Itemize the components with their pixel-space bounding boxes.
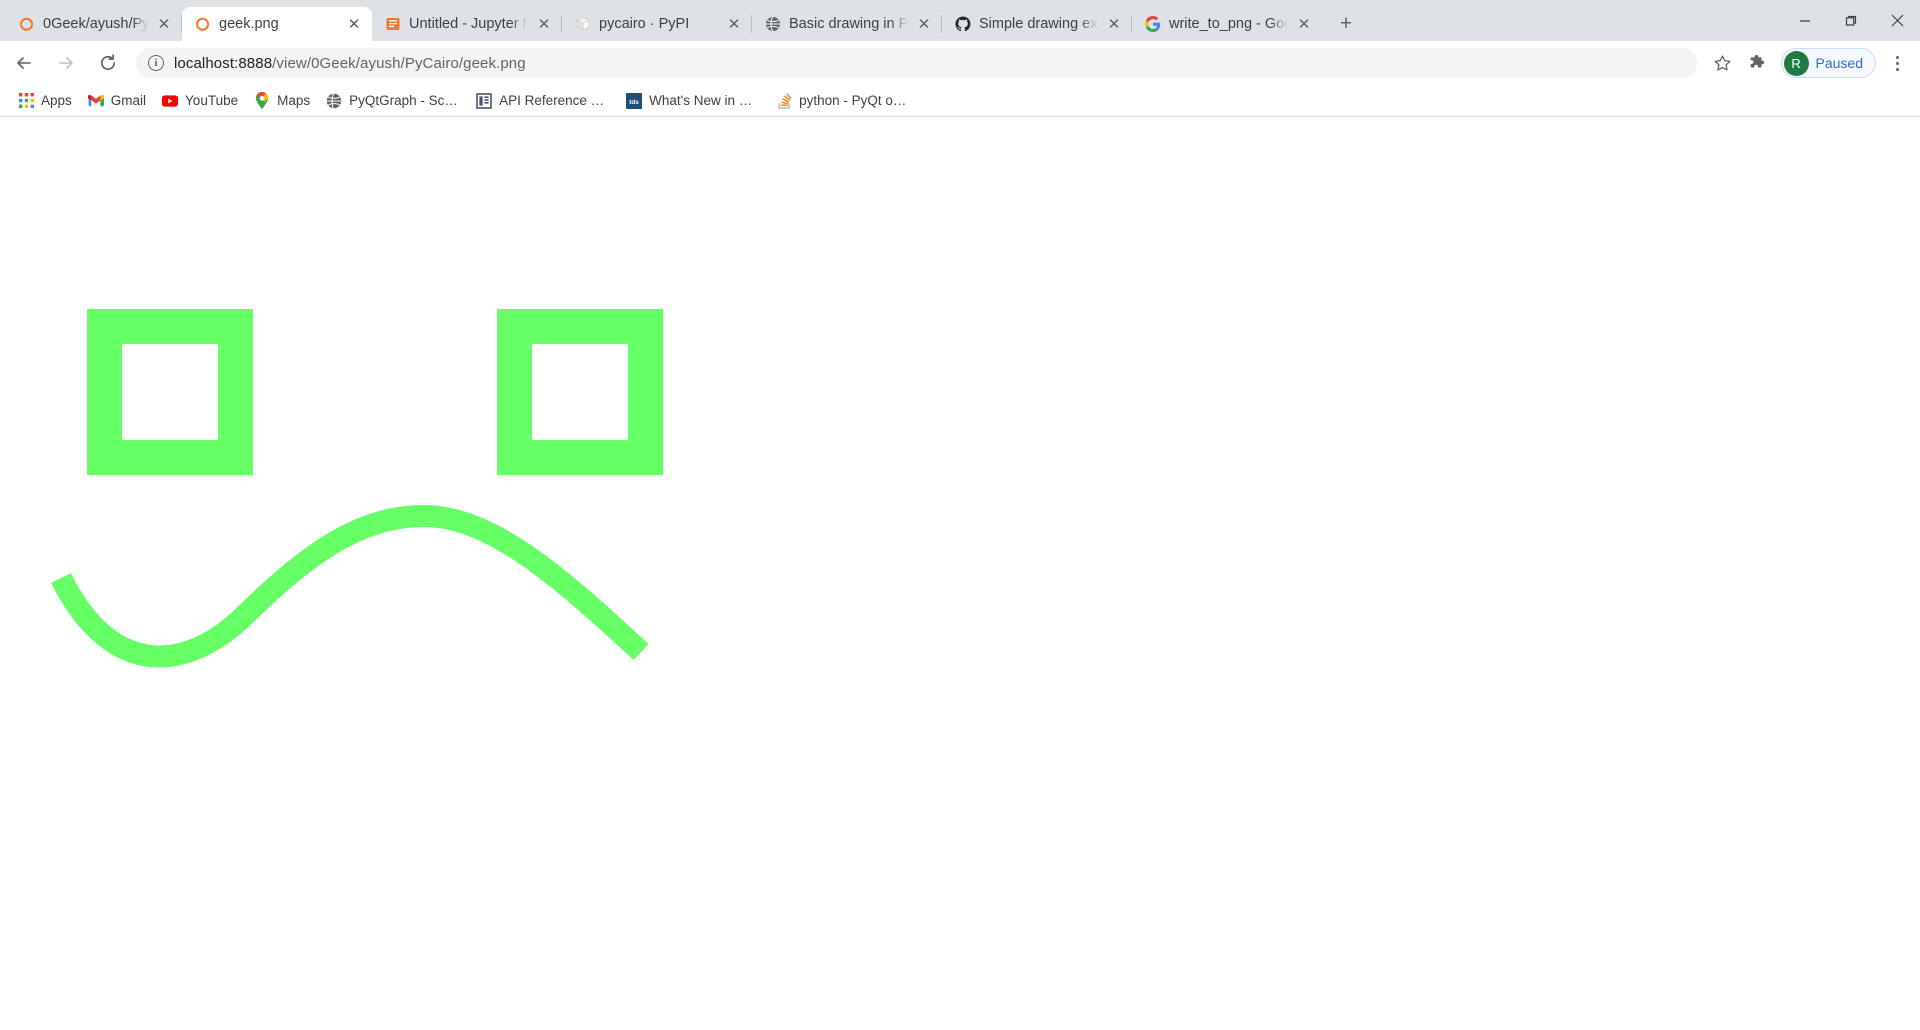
bookmark-label: What's New in Pyth… xyxy=(649,93,760,108)
bookmark-label: python - PyQt on A… xyxy=(799,93,910,108)
tab-close-button[interactable]: ✕ xyxy=(726,16,742,32)
tab-title: write_to_png - Google xyxy=(1169,16,1288,32)
extensions-puzzle-icon[interactable] xyxy=(1741,47,1773,79)
tab-close-button[interactable]: ✕ xyxy=(1106,16,1122,32)
globe-icon xyxy=(326,92,342,109)
tab-close-button[interactable]: ✕ xyxy=(1296,16,1312,32)
bookmark-label: Maps xyxy=(277,93,311,108)
jupyter-icon xyxy=(194,16,211,33)
browser-toolbar: i localhost:8888/view/0Geek/ayush/PyCair… xyxy=(0,41,1920,85)
bookmark-label: Gmail xyxy=(110,93,147,108)
bookmark-maps[interactable]: Maps xyxy=(246,89,318,113)
tab-untitled-jupyter-notebook[interactable]: Untitled - Jupyter Note ✕ xyxy=(372,7,562,41)
tab-close-button[interactable]: ✕ xyxy=(156,16,172,32)
youtube-icon xyxy=(162,93,179,109)
bookmark-api-reference[interactable]: API Reference — py… xyxy=(468,89,618,113)
gmail-icon xyxy=(87,93,104,109)
tab-basic-drawing-in-pycairo[interactable]: Basic drawing in Pycairo ✕ xyxy=(752,7,942,41)
page-viewport xyxy=(0,117,1920,1030)
docs-icon xyxy=(476,92,492,109)
tab-title: pycairo · PyPI xyxy=(599,16,690,32)
avatar: R xyxy=(1783,50,1809,76)
tab-title: Basic drawing in Pycairo xyxy=(789,16,908,32)
tab-close-button[interactable]: ✕ xyxy=(346,16,362,32)
bookmark-label: PyQtGraph - Scienti… xyxy=(349,93,460,108)
tab-title: geek.png xyxy=(219,16,279,32)
tab-title: Simple drawing example xyxy=(979,16,1098,32)
image-viewer xyxy=(0,117,1920,1030)
svg-text:tds: tds xyxy=(629,98,639,105)
google-icon xyxy=(1144,16,1161,33)
pycairo-drawing xyxy=(0,117,1920,1030)
profile-pill[interactable]: R Paused xyxy=(1780,48,1876,78)
bookmark-apps[interactable]: Apps xyxy=(10,89,80,113)
tab-0geek-ayush-pycairo[interactable]: 0Geek/ayush/PyCairo/ ✕ xyxy=(6,7,182,41)
tds-icon: tds xyxy=(626,92,643,109)
menu-dot xyxy=(1895,61,1899,65)
minimize-button[interactable] xyxy=(1782,4,1828,38)
tab-title: 0Geek/ayush/PyCairo/ xyxy=(43,16,148,32)
maps-pin-icon xyxy=(254,92,270,109)
bookmark-gmail[interactable]: Gmail xyxy=(80,89,154,113)
pypi-box-icon xyxy=(574,16,591,33)
stackoverflow-icon xyxy=(776,92,792,109)
bookmarks-bar: Apps Gmail YouTube Maps PyQtGraph - Scie… xyxy=(0,85,1920,117)
apps-grid-icon xyxy=(18,93,34,109)
menu-dot xyxy=(1895,55,1899,59)
url-host: localhost:8888 xyxy=(174,54,273,72)
address-bar-url: localhost:8888/view/0Geek/ayush/PyCairo/… xyxy=(174,55,526,72)
profile-status-label: Paused xyxy=(1815,55,1863,71)
browser-window: 0Geek/ayush/PyCairo/ ✕ geek.png ✕ xyxy=(0,0,1920,1030)
tab-title: Untitled - Jupyter Note xyxy=(409,16,528,32)
chrome-menu-icon[interactable] xyxy=(1882,48,1912,78)
close-button[interactable] xyxy=(1874,4,1920,38)
bookmark-label: Apps xyxy=(41,93,72,108)
globe-icon xyxy=(764,16,781,33)
tab-close-button[interactable]: ✕ xyxy=(536,16,552,32)
tab-close-button[interactable]: ✕ xyxy=(916,16,932,32)
menu-dot xyxy=(1895,67,1899,71)
bookmark-star-icon[interactable] xyxy=(1707,47,1739,79)
reload-button[interactable] xyxy=(91,46,125,80)
github-icon xyxy=(954,16,971,33)
tab-geek-png[interactable]: geek.png ✕ xyxy=(182,7,372,41)
bookmark-label: YouTube xyxy=(185,93,239,108)
site-info-icon[interactable]: i xyxy=(148,55,164,71)
bookmark-label: API Reference — py… xyxy=(499,93,610,108)
bookmark-pyqtgraph[interactable]: PyQtGraph - Scienti… xyxy=(318,89,468,113)
jupyter-book-icon xyxy=(384,16,401,33)
bookmark-python-pyqt[interactable]: python - PyQt on A… xyxy=(768,89,918,113)
tab-simple-drawing-example[interactable]: Simple drawing example ✕ xyxy=(942,7,1132,41)
tab-pycairo-pypi[interactable]: pycairo · PyPI ✕ xyxy=(562,7,752,41)
address-bar[interactable]: i localhost:8888/view/0Geek/ayush/PyCair… xyxy=(136,48,1697,78)
bookmark-youtube[interactable]: YouTube xyxy=(154,89,246,113)
jupyter-icon xyxy=(18,16,35,33)
tab-write-to-png-google[interactable]: write_to_png - Google ✕ xyxy=(1132,7,1322,41)
bookmark-whats-new-in-python[interactable]: tds What's New in Pyth… xyxy=(618,89,768,113)
url-path: /view/0Geek/ayush/PyCairo/geek.png xyxy=(272,54,526,72)
new-tab-button[interactable]: + xyxy=(1332,10,1360,38)
maximize-button[interactable] xyxy=(1828,4,1874,38)
forward-button[interactable] xyxy=(49,46,83,80)
window-controls xyxy=(1782,0,1920,41)
back-button[interactable] xyxy=(7,46,41,80)
tab-strip: 0Geek/ayush/PyCairo/ ✕ geek.png ✕ xyxy=(0,0,1920,41)
